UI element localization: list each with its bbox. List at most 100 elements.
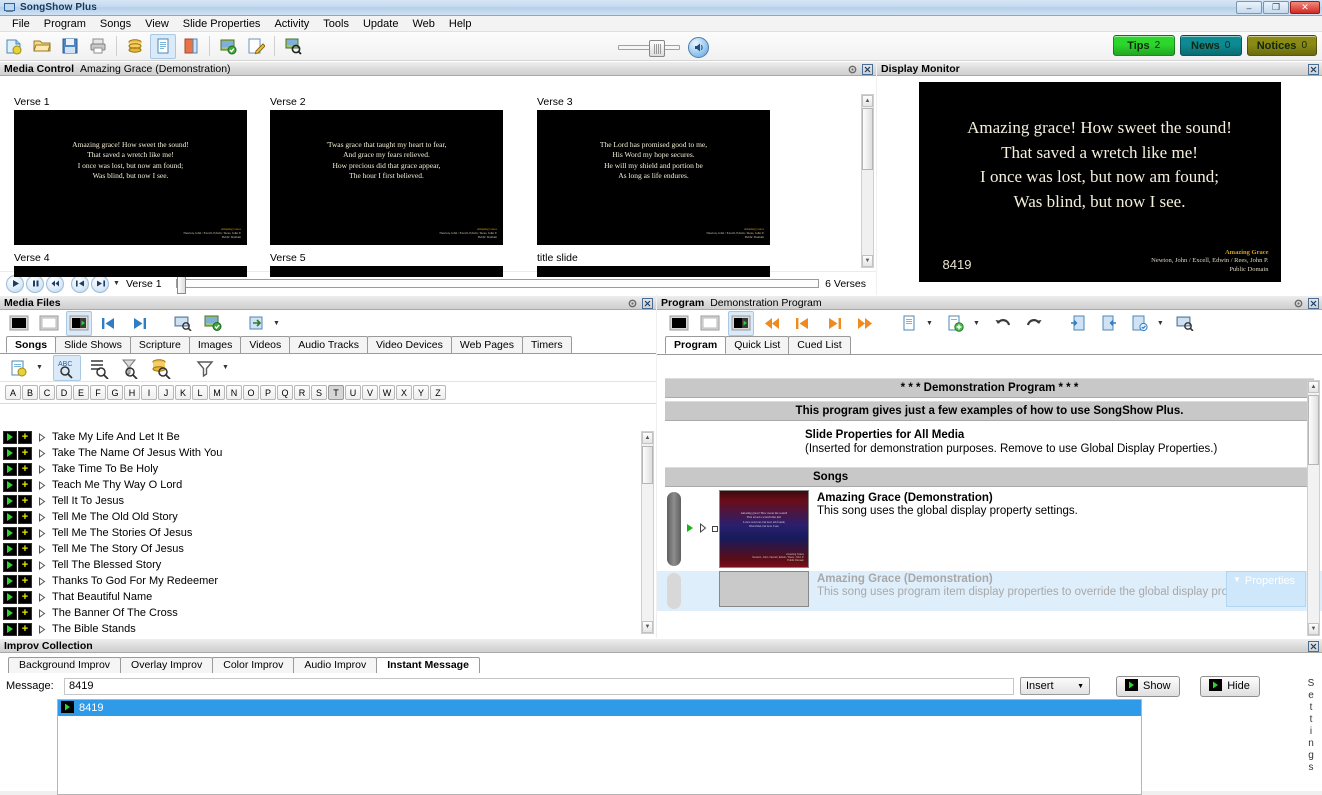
program-item-thumbnail[interactable]	[719, 571, 809, 607]
play-song-icon[interactable]	[3, 622, 17, 636]
add-song-icon[interactable]: +	[18, 590, 32, 604]
tab-background-improv[interactable]: Background Improv	[8, 657, 122, 673]
white-screen-icon[interactable]	[697, 311, 723, 336]
news-button[interactable]: News 0	[1179, 35, 1242, 56]
slide-thumbnail[interactable]: The Lord has promised good to me, His Wor…	[537, 110, 770, 245]
song-row[interactable]: + Take My Life And Let It Be	[0, 429, 656, 445]
alpha-button-G[interactable]: G	[107, 385, 123, 400]
play-song-icon[interactable]	[3, 446, 17, 460]
alpha-button-D[interactable]: D	[56, 385, 72, 400]
open-icon[interactable]	[29, 34, 55, 59]
gear-icon[interactable]	[846, 63, 858, 75]
tab-cued-list[interactable]: Cued List	[788, 336, 851, 354]
menu-item-program[interactable]: Program	[37, 16, 93, 32]
menu-item-web[interactable]: Web	[405, 16, 441, 32]
alpha-button-V[interactable]: V	[362, 385, 378, 400]
expand-icon[interactable]	[36, 544, 47, 555]
alpha-button-C[interactable]: C	[39, 385, 55, 400]
volume-control[interactable]	[618, 37, 709, 58]
media-add-icon[interactable]	[215, 34, 241, 59]
preview-icon[interactable]	[170, 311, 196, 336]
play-button[interactable]	[6, 274, 24, 293]
alpha-button-N[interactable]: N	[226, 385, 242, 400]
play-item-icon[interactable]	[686, 523, 694, 536]
play-song-icon[interactable]	[3, 558, 17, 572]
alpha-button-E[interactable]: E	[73, 385, 89, 400]
menu-item-songs[interactable]: Songs	[93, 16, 138, 32]
alpha-button-M[interactable]: M	[209, 385, 225, 400]
rewind-button[interactable]	[46, 274, 64, 293]
last-icon[interactable]	[852, 311, 878, 336]
media-slide-cell[interactable]: Verse 2 'Twas grace that taught my heart …	[270, 96, 503, 245]
slide-thumbnail[interactable]: Amazing grace! How sweet the sound! That …	[14, 110, 247, 245]
expand-icon[interactable]	[36, 512, 47, 523]
media-search-icon[interactable]	[280, 34, 306, 59]
tips-button[interactable]: Tips 2	[1112, 35, 1175, 56]
next-icon[interactable]	[126, 311, 152, 336]
add-song-icon[interactable]: +	[18, 446, 32, 460]
save-as-icon[interactable]	[1127, 311, 1153, 336]
first-icon[interactable]	[759, 311, 785, 336]
tab-videos[interactable]: Videos	[240, 336, 291, 353]
chevron-down-icon[interactable]: ▼	[1157, 320, 1164, 327]
notices-button[interactable]: Notices 0	[1246, 35, 1317, 56]
tab-overlay-improv[interactable]: Overlay Improv	[120, 657, 214, 673]
program-item[interactable]: Amazing grace! How sweet the sound! That …	[657, 490, 1322, 568]
database-icon[interactable]	[122, 34, 148, 59]
chevron-down-icon[interactable]: ▼	[222, 364, 229, 371]
redo-icon[interactable]	[1021, 311, 1047, 336]
expand-icon[interactable]	[36, 560, 47, 571]
add-song-icon[interactable]: +	[18, 558, 32, 572]
show-button[interactable]: Show	[1116, 675, 1180, 697]
next-icon[interactable]	[821, 311, 847, 336]
message-input[interactable]: 8419	[64, 677, 1014, 695]
add-song-icon[interactable]: +	[18, 574, 32, 588]
play-song-icon[interactable]	[3, 510, 17, 524]
prev-icon[interactable]	[96, 311, 122, 336]
play-song-icon[interactable]	[3, 606, 17, 620]
song-row[interactable]: + Tell It To Jesus	[0, 493, 656, 509]
tab-quick-list[interactable]: Quick List	[725, 336, 790, 354]
edit-icon[interactable]	[243, 34, 269, 59]
song-list-scrollbar[interactable]: ▲ ▼	[641, 431, 654, 634]
lyrics-search-icon[interactable]	[86, 355, 112, 381]
scroll-up-icon[interactable]: ▲	[862, 95, 873, 107]
scrollbar-thumb[interactable]	[642, 446, 653, 484]
alpha-button-I[interactable]: I	[141, 385, 157, 400]
tab-scripture[interactable]: Scripture	[129, 336, 190, 353]
volume-slider-thumb[interactable]	[649, 40, 665, 57]
alpha-button-U[interactable]: U	[345, 385, 361, 400]
black-screen-icon[interactable]	[6, 311, 32, 336]
program-scrollbar[interactable]: ▲ ▼	[1307, 380, 1320, 636]
properties-dropdown[interactable]: ▼ Properties	[1226, 571, 1306, 607]
settings-rail[interactable]: Settings	[1303, 678, 1319, 774]
play-song-icon[interactable]	[3, 590, 17, 604]
add-song-icon[interactable]: +	[18, 462, 32, 476]
add-song-icon[interactable]: +	[18, 430, 32, 444]
tab-audio-tracks[interactable]: Audio Tracks	[289, 336, 368, 353]
song-row[interactable]: + The Banner Of The Cross	[0, 605, 656, 621]
song-row[interactable]: + Take The Name Of Jesus With You	[0, 445, 656, 461]
alpha-button-P[interactable]: P	[260, 385, 276, 400]
add-song-icon[interactable]: +	[18, 622, 32, 636]
pause-button[interactable]	[26, 274, 44, 293]
gear-icon[interactable]	[626, 297, 638, 309]
insert-after-icon[interactable]	[1096, 311, 1122, 336]
song-row[interactable]: + Tell The Blessed Story	[0, 557, 656, 573]
improv-message-list[interactable]: 8419	[57, 699, 1142, 795]
logo-screen-icon[interactable]	[66, 310, 92, 336]
add-song-icon[interactable]: +	[18, 606, 32, 620]
maximize-button[interactable]: ❐	[1263, 1, 1289, 14]
print-icon[interactable]	[85, 34, 111, 59]
tab-slide-shows[interactable]: Slide Shows	[55, 336, 131, 353]
undo-icon[interactable]	[990, 311, 1016, 336]
close-icon[interactable]	[1307, 63, 1319, 75]
chevron-down-icon[interactable]: ▼	[973, 320, 980, 327]
preview-icon[interactable]	[1172, 311, 1198, 336]
expand-icon[interactable]	[36, 592, 47, 603]
media-slide-cell[interactable]: title slide	[537, 252, 770, 277]
exit-icon[interactable]	[178, 34, 204, 59]
next-slide-button[interactable]	[91, 274, 109, 293]
tab-web-pages[interactable]: Web Pages	[450, 336, 523, 353]
close-icon[interactable]	[861, 63, 873, 75]
